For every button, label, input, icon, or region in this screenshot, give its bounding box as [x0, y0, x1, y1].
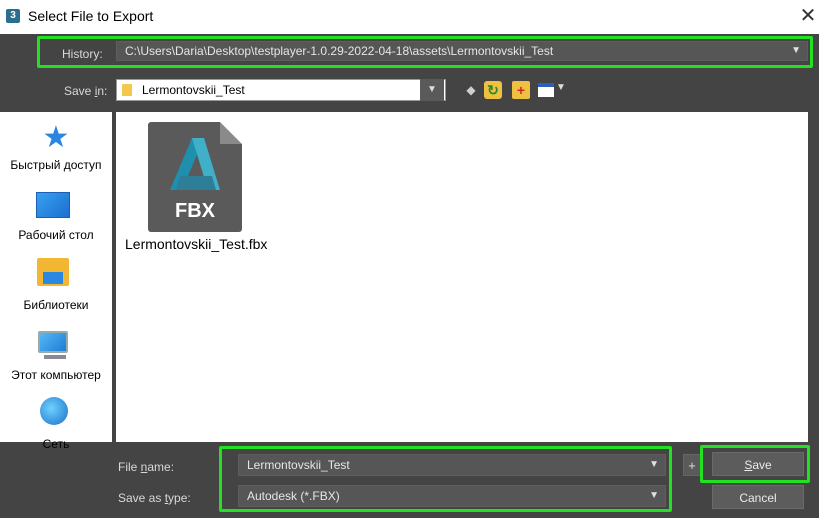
history-highlight — [37, 36, 813, 68]
place-network[interactable]: Сеть — [0, 437, 112, 451]
network-icon[interactable] — [40, 397, 68, 425]
save-in-label: Save in: — [64, 84, 108, 98]
computer-stand-icon — [44, 355, 66, 359]
window-title: Select File to Export — [28, 8, 154, 24]
autodesk-logo-icon — [170, 138, 220, 190]
save-in-value: Lermontovskii_Test — [142, 83, 245, 97]
folder-icon — [122, 84, 132, 96]
place-desktop[interactable]: Рабочий стол — [0, 228, 112, 242]
file-name-label: File name: — [118, 460, 175, 474]
cancel-button[interactable]: Cancel — [712, 485, 804, 509]
back-arrow-icon[interactable]: ◆ — [462, 81, 480, 99]
libraries-icon[interactable] — [37, 258, 69, 286]
place-this-pc[interactable]: Этот компьютер — [0, 368, 112, 382]
close-button[interactable]: ✕ — [797, 3, 819, 29]
view-chevron-down-icon[interactable]: ▼ — [556, 82, 566, 93]
app-logo-icon: 3 — [6, 9, 20, 23]
up-folder-icon[interactable]: ↻ — [484, 81, 502, 99]
computer-icon[interactable] — [38, 331, 68, 353]
file-name-label[interactable]: Lermontovskii_Test.fbx — [125, 236, 267, 252]
save-highlight — [700, 445, 810, 483]
view-menu-icon[interactable] — [538, 83, 554, 97]
place-quick-access[interactable]: Быстрый доступ — [0, 158, 112, 172]
fbx-badge: FBX — [175, 200, 215, 222]
increment-name-button[interactable]: + — [683, 454, 701, 476]
new-folder-icon[interactable]: + — [512, 81, 530, 99]
file-fields-highlight — [219, 446, 672, 512]
fbx-file-icon[interactable]: FBX — [148, 122, 242, 232]
desktop-icon[interactable] — [36, 192, 70, 218]
star-icon[interactable]: ★ — [40, 122, 72, 154]
place-libraries[interactable]: Библиотеки — [0, 298, 112, 312]
save-in-chevron-down-icon[interactable]: ▼ — [420, 79, 444, 101]
save-as-type-label: Save as type: — [118, 491, 191, 505]
